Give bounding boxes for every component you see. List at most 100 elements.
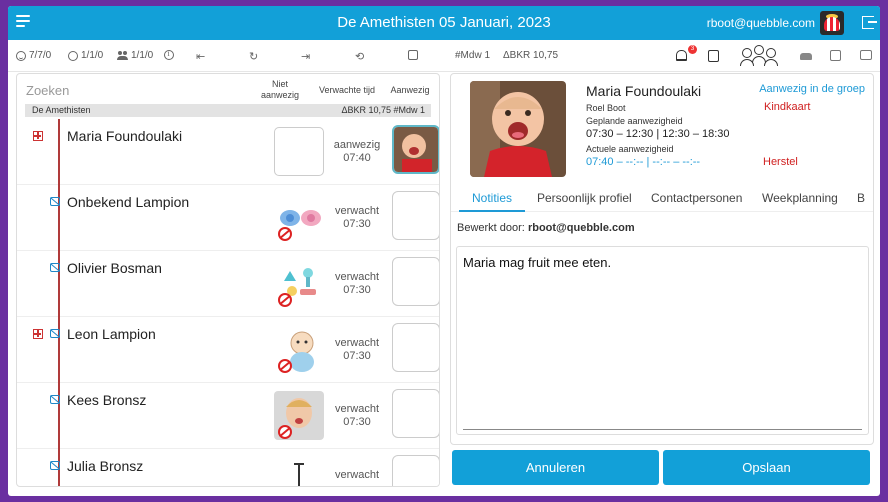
group-header: De Amethisten ΔBKR 10,75 #Mdw 1 bbox=[25, 104, 431, 117]
child-name: Kees Bronsz bbox=[67, 392, 147, 408]
not-present-box[interactable] bbox=[274, 127, 324, 176]
registered-count: 1/1/0 bbox=[81, 50, 104, 61]
group-stats: ΔBKR 10,75 #Mdw 1 bbox=[341, 105, 425, 115]
status-text: verwacht 07:30 bbox=[325, 271, 389, 297]
history-icon[interactable]: ⟲ bbox=[355, 50, 364, 63]
no-photo-permission-icon bbox=[50, 395, 60, 404]
actual-time[interactable]: 07:40 – --:-- | --:-- – --:-- bbox=[586, 156, 700, 168]
col-header-verwacht: Verwachte tijd bbox=[318, 85, 376, 95]
present-checkbox[interactable] bbox=[392, 455, 439, 486]
staff-count: 1/1/0 bbox=[131, 50, 154, 61]
present-checkbox[interactable] bbox=[392, 323, 439, 372]
tab-weekplanning[interactable]: Weekplanning bbox=[762, 191, 838, 205]
child-photo bbox=[470, 81, 566, 177]
app-frame: De Amethisten 05 Januari, 2023 rboot@que… bbox=[8, 6, 880, 496]
status-text: verwacht bbox=[325, 469, 389, 482]
bkr-value: ΔBKR 10,75 bbox=[503, 50, 559, 61]
active-tab-indicator bbox=[459, 210, 525, 212]
status-time: 07:30 bbox=[343, 218, 371, 230]
status-time: 07:30 bbox=[343, 416, 371, 428]
col-header-aanwezig: Aanwezig bbox=[390, 85, 430, 95]
tab-persoonlijk-profiel[interactable]: Persoonlijk profiel bbox=[537, 191, 632, 205]
info-button[interactable] bbox=[164, 49, 174, 60]
row-marker bbox=[58, 119, 60, 185]
baby-photo bbox=[394, 127, 438, 172]
registered-count-item[interactable]: 1/1/0 bbox=[68, 50, 103, 61]
collapse-icon[interactable]: ⇤ bbox=[196, 50, 205, 63]
status-time: 07:30 bbox=[343, 350, 371, 362]
note-icon[interactable] bbox=[708, 50, 719, 62]
no-photo-icon bbox=[278, 425, 292, 439]
present-checkbox[interactable] bbox=[392, 257, 439, 306]
group-icon[interactable] bbox=[740, 45, 778, 66]
actual-label: Actuele aanwezigheid bbox=[586, 144, 674, 154]
first-aid-icon bbox=[33, 131, 43, 141]
present-checkbox[interactable] bbox=[392, 191, 439, 240]
search-input[interactable]: Zoeken bbox=[26, 83, 69, 98]
note-text: Maria mag fruit mee eten. bbox=[463, 255, 612, 270]
child-card-link[interactable]: Kindkaart bbox=[764, 101, 810, 113]
list-item[interactable]: Julia Bronsz verwacht bbox=[17, 449, 439, 486]
status-time: 07:30 bbox=[343, 284, 371, 296]
tab-contactpersonen[interactable]: Contactpersonen bbox=[651, 191, 742, 205]
list-item[interactable]: Maria Foundoulaki aanwezig 07:40 bbox=[17, 119, 439, 185]
child-name: Maria Foundoulaki bbox=[67, 128, 183, 144]
row-marker bbox=[58, 251, 60, 317]
no-photo-icon bbox=[278, 227, 292, 241]
edited-by-value: rboot@quebble.com bbox=[527, 222, 635, 234]
calendar-icon[interactable] bbox=[830, 50, 841, 61]
list-item[interactable]: Olivier Bosman verwacht 07:30 bbox=[17, 251, 439, 317]
child-name: Onbekend Lampion bbox=[67, 194, 190, 210]
baby-photo bbox=[470, 81, 566, 177]
toolbar: 7/7/0 1/1/0 1/1/0 ⇤ ↻ ⇥ ⟲ #Mdw 1 ΔBKR 10… bbox=[8, 40, 880, 72]
cancel-button[interactable]: Annuleren bbox=[452, 450, 659, 485]
present-photo[interactable] bbox=[392, 125, 439, 174]
present-in-group-link[interactable]: Aanwezig in de groep bbox=[759, 83, 865, 95]
status-text: verwacht 07:30 bbox=[325, 403, 389, 429]
mentor-name: Roel Boot bbox=[586, 103, 626, 113]
notification-badge: 3 bbox=[688, 45, 697, 54]
status-label: verwacht bbox=[334, 337, 380, 349]
no-photo-permission-icon bbox=[50, 197, 60, 206]
chat-icon[interactable] bbox=[860, 50, 872, 60]
no-photo-permission-icon bbox=[50, 461, 60, 470]
avatar[interactable] bbox=[820, 11, 844, 35]
car-icon[interactable] bbox=[800, 53, 812, 60]
first-aid-icon bbox=[33, 329, 43, 339]
info-icon bbox=[164, 49, 174, 60]
status-label: verwacht bbox=[334, 469, 380, 481]
child-name: Julia Bronsz bbox=[67, 458, 144, 474]
refresh-icon[interactable]: ↻ bbox=[249, 50, 258, 63]
save-button[interactable]: Opslaan bbox=[663, 450, 870, 485]
logout-icon[interactable] bbox=[862, 16, 877, 29]
present-count-item[interactable]: 7/7/0 bbox=[16, 50, 51, 61]
present-checkbox[interactable] bbox=[392, 389, 439, 438]
herstel-link[interactable]: Herstel bbox=[763, 156, 798, 168]
status-text: verwacht 07:30 bbox=[325, 205, 389, 231]
staff-count-item[interactable]: 1/1/0 bbox=[117, 50, 154, 61]
no-photo-icon bbox=[278, 293, 292, 307]
status-text: verwacht 07:30 bbox=[325, 337, 389, 363]
list-item[interactable]: Leon Lampion verwacht 07:30 bbox=[17, 317, 439, 383]
bell-icon[interactable] bbox=[676, 50, 687, 61]
status-text: aanwezig 07:40 bbox=[325, 139, 389, 165]
note-textarea[interactable]: Maria mag fruit mee eten. bbox=[456, 246, 869, 435]
tab-notities[interactable]: Notities bbox=[472, 191, 512, 205]
list-item[interactable]: Kees Bronsz verwacht 07:30 bbox=[17, 383, 439, 449]
calendar-button[interactable] bbox=[408, 50, 418, 63]
no-photo-permission-icon bbox=[50, 263, 60, 272]
planned-label: Geplande aanwezigheid bbox=[586, 116, 683, 126]
child-list-panel: Zoeken Niet aanwezig Verwachte tijd Aanw… bbox=[16, 73, 440, 487]
tab-more[interactable]: B bbox=[857, 191, 865, 205]
planned-time: 07:30 – 12:30 | 12:30 – 18:30 bbox=[586, 128, 730, 140]
import-icon[interactable]: ⇥ bbox=[301, 50, 310, 63]
user-email[interactable]: rboot@quebble.com bbox=[707, 16, 815, 30]
present-count: 7/7/0 bbox=[29, 50, 52, 61]
child-name: Olivier Bosman bbox=[67, 260, 162, 276]
list-item[interactable]: Onbekend Lampion verwacht 07:30 bbox=[17, 185, 439, 251]
status-time: 07:40 bbox=[343, 152, 371, 164]
row-marker bbox=[58, 317, 60, 383]
clock-icon bbox=[68, 50, 78, 61]
child-detail-panel: Maria Foundoulaki Roel Boot Geplande aan… bbox=[450, 73, 874, 445]
row-marker bbox=[58, 185, 60, 251]
